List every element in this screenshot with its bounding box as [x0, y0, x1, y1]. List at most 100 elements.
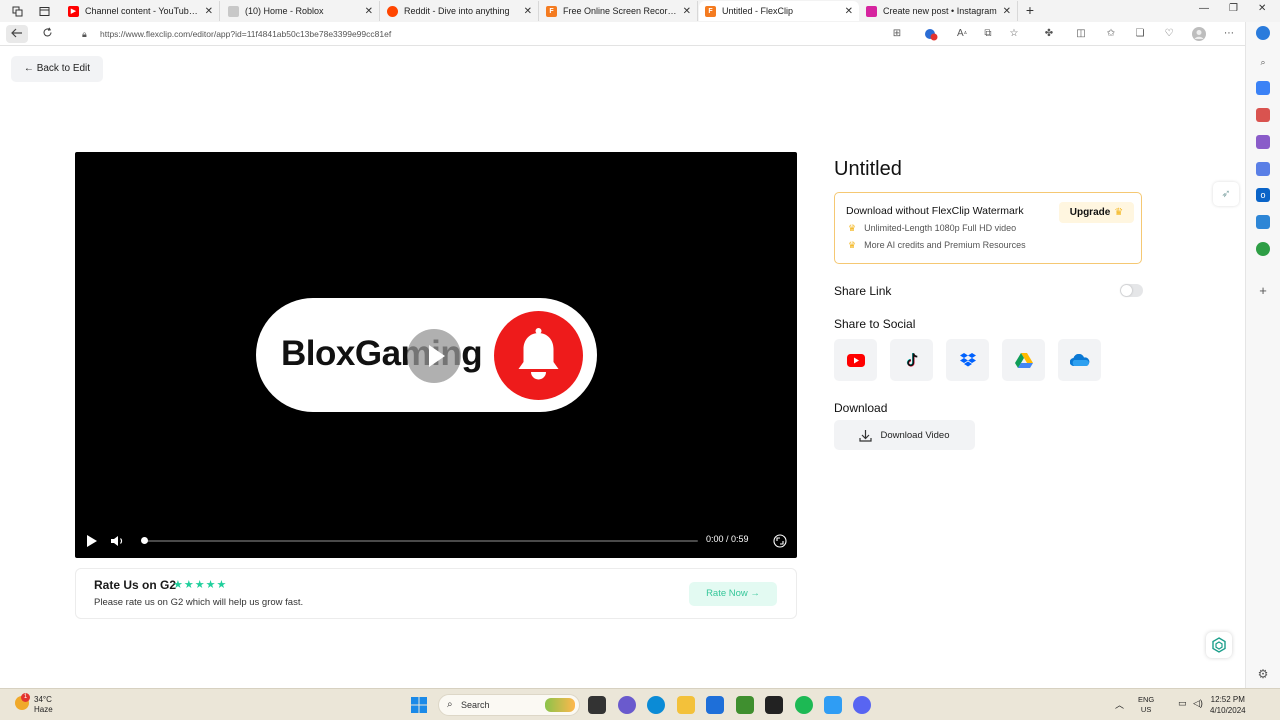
profile-avatar-icon[interactable] — [1192, 27, 1206, 41]
dropbox-icon[interactable] — [946, 339, 989, 381]
games-icon[interactable] — [1256, 135, 1270, 149]
play-icon[interactable] — [86, 534, 100, 548]
windows-taskbar: 1 34°C Haze ⌕ Search ︿ ENG US ▭ ◁) 12:52… — [0, 688, 1280, 720]
tab-actions-icon[interactable] — [34, 3, 54, 19]
youtube-icon[interactable] — [834, 339, 877, 381]
start-windows-icon[interactable] — [410, 696, 428, 714]
app-available-icon[interactable]: ⊞ — [890, 27, 904, 41]
browser-essentials-icon[interactable]: ♡ — [1162, 27, 1176, 41]
restore-window-icon[interactable]: ❐ — [1229, 3, 1238, 14]
close-tab-icon[interactable]: ✕ — [365, 6, 373, 17]
close-tab-icon[interactable]: ✕ — [1003, 6, 1011, 17]
back-nav-button[interactable] — [6, 25, 28, 43]
project-title: Untitled — [834, 158, 902, 180]
settings-gear-icon[interactable]: ⚙ — [1256, 667, 1270, 681]
browser-sidebar: ⌕ o + ⚙ — [1245, 22, 1280, 688]
rate-subtitle: Please rate us on G2 which will help us … — [94, 597, 304, 608]
roblox-favicon-icon — [228, 5, 239, 17]
drop-icon[interactable] — [1256, 215, 1270, 229]
browser-tab[interactable]: F Free Online Screen Recorder & V ✕ — [540, 1, 698, 21]
close-tab-icon[interactable]: ✕ — [683, 6, 691, 17]
feature-item: ♛ More AI credits and Premium Resources — [848, 240, 1026, 250]
favorite-star-icon[interactable]: ☆ — [1007, 27, 1021, 41]
taskbar-search[interactable]: ⌕ Search — [438, 694, 580, 716]
rate-us-card: Rate Us on G2 ★★★★★ Please rate us on G2… — [75, 568, 797, 619]
video-player[interactable]: BloxGaming 0:00 / 0:59 — [75, 152, 797, 558]
extension-icon[interactable] — [924, 27, 938, 41]
tools-icon[interactable] — [1256, 108, 1270, 122]
extensions-puzzle-icon[interactable]: ✤ — [1042, 27, 1056, 41]
seek-knob[interactable] — [141, 537, 148, 544]
crown-icon: ♛ — [848, 240, 857, 250]
browser-tab[interactable]: (10) Home - Roblox ✕ — [222, 1, 380, 21]
microsoft-365-icon[interactable] — [1256, 162, 1270, 176]
play-overlay-button[interactable] — [407, 329, 461, 383]
seek-bar[interactable] — [141, 537, 698, 544]
browser-tab[interactable]: Create new post • Instagram ✕ — [860, 1, 1018, 21]
fullscreen-icon[interactable] — [773, 534, 787, 548]
speaker-icon[interactable]: ◁) — [1193, 698, 1203, 709]
add-sidebar-app-icon[interactable]: + — [1256, 284, 1270, 298]
task-view-icon[interactable] — [588, 696, 606, 714]
minecraft-icon[interactable] — [736, 696, 754, 714]
read-aloud-icon[interactable]: Aᐞ — [955, 27, 969, 41]
copilot-icon[interactable] — [1256, 26, 1270, 40]
upgrade-button[interactable]: Upgrade ♛ — [1059, 202, 1134, 223]
share-link-label: Share Link — [834, 284, 892, 298]
chat-icon[interactable] — [618, 696, 636, 714]
reddit-favicon-icon — [387, 5, 398, 17]
search-icon[interactable]: ⌕ — [1256, 55, 1270, 69]
share-link-toggle[interactable] — [1120, 284, 1143, 297]
url-field[interactable]: 🔒︎ https://www.flexclip.com/editor/app?i… — [72, 24, 1032, 44]
minimize-window-icon[interactable]: — — [1199, 3, 1209, 14]
flexclip-favicon-icon: F — [705, 5, 716, 17]
notification-badge: 1 — [21, 693, 30, 702]
notification-bell-icon — [494, 311, 583, 400]
google-drive-icon[interactable] — [1002, 339, 1045, 381]
show-hidden-icons-icon[interactable]: ︿ — [1115, 698, 1124, 711]
share-social-label: Share to Social — [834, 317, 916, 331]
back-to-edit-button[interactable]: ← Back to Edit — [11, 56, 103, 82]
onedrive-icon[interactable] — [1058, 339, 1101, 381]
collections-icon[interactable]: ❏ — [1133, 27, 1147, 41]
feedback-rocket-icon[interactable]: ➶ — [1213, 182, 1239, 206]
discord-icon[interactable] — [853, 696, 871, 714]
close-tab-icon[interactable]: ✕ — [845, 6, 853, 17]
network-icon[interactable]: ▭ — [1178, 698, 1187, 709]
rate-now-button[interactable]: Rate Now → — [689, 582, 777, 606]
outlook-icon[interactable]: o — [1256, 188, 1270, 202]
close-tab-icon[interactable]: ✕ — [524, 6, 532, 17]
page-extension-icon[interactable]: ⧉ — [981, 27, 995, 41]
close-window-icon[interactable]: ✕ — [1258, 3, 1266, 14]
time-readout: 0:00 / 0:59 — [706, 534, 749, 544]
search-highlight-icon — [545, 698, 575, 712]
browser-tab[interactable]: Reddit - Dive into anything ✕ — [381, 1, 539, 21]
browser-tab-active[interactable]: F Untitled - FlexClip ✕ — [699, 1, 859, 21]
language-indicator[interactable]: ENG US — [1138, 695, 1154, 715]
clock[interactable]: 12:52 PM 4/10/2024 — [1210, 694, 1246, 716]
watermark-upsell-box: Download without FlexClip Watermark ♛ Unl… — [834, 192, 1142, 264]
split-screen-icon[interactable]: ◫ — [1074, 27, 1088, 41]
more-options-icon[interactable]: ⋯ — [1222, 27, 1236, 41]
edge-browser-icon[interactable] — [647, 696, 665, 714]
weather-widget[interactable]: 34°C Haze — [34, 695, 53, 715]
new-tab-button[interactable]: + — [1022, 2, 1038, 18]
tree-icon[interactable] — [1256, 242, 1270, 256]
favorites-icon[interactable]: ✩ — [1104, 27, 1118, 41]
spotify-icon[interactable] — [795, 696, 813, 714]
download-video-button[interactable]: Download Video — [834, 420, 975, 450]
refresh-icon[interactable] — [36, 25, 58, 43]
shopping-tag-icon[interactable] — [1256, 81, 1270, 95]
workspaces-icon[interactable] — [7, 3, 27, 19]
address-bar-row: 🔒︎ https://www.flexclip.com/editor/app?i… — [0, 22, 1280, 46]
store-icon[interactable] — [706, 696, 724, 714]
toggle-knob — [1121, 285, 1132, 296]
flexclip-app-icon[interactable] — [824, 696, 842, 714]
capcut-icon[interactable] — [765, 696, 783, 714]
ai-assistant-icon[interactable] — [1206, 632, 1232, 658]
close-tab-icon[interactable]: ✕ — [205, 6, 213, 17]
tiktok-icon[interactable] — [890, 339, 933, 381]
browser-tab[interactable]: ▶ Channel content - YouTube Studio ✕ — [62, 1, 220, 21]
volume-icon[interactable] — [110, 534, 126, 548]
file-explorer-icon[interactable] — [677, 696, 695, 714]
